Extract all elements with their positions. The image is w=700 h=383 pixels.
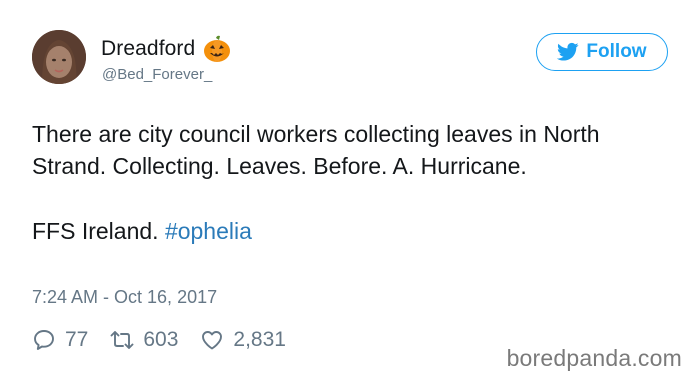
- heart-icon: [202, 331, 223, 350]
- avatar[interactable]: [32, 30, 86, 84]
- display-name-row: Dreadford: [101, 34, 231, 64]
- user-handle[interactable]: @Bed_Forever_: [102, 66, 212, 83]
- retweet-button[interactable]: 603: [110, 328, 178, 352]
- retweet-icon: [110, 331, 134, 349]
- reply-count: 77: [65, 328, 89, 351]
- retweet-count: 603: [143, 328, 179, 351]
- follow-label: Follow: [586, 41, 647, 62]
- display-name[interactable]: Dreadford: [101, 37, 195, 61]
- follow-button[interactable]: Follow: [536, 33, 668, 71]
- tweet-paragraph-1: There are city council workers collectin…: [32, 121, 600, 179]
- tweet-actions: 77 603 2,831: [32, 326, 308, 354]
- tweet-text: There are city council workers collectin…: [32, 118, 672, 247]
- tweet-paragraph-2: FFS Ireland. #ophelia: [32, 215, 672, 247]
- tweet-paragraph-2-text: FFS Ireland.: [32, 218, 165, 244]
- tweet-timestamp[interactable]: 7:24 AM - Oct 16, 2017: [32, 287, 217, 308]
- pumpkin-icon: [203, 35, 231, 63]
- twitter-bird-icon: [557, 42, 579, 62]
- like-count: 2,831: [233, 328, 286, 351]
- boredpanda-watermark: boredpanda.com: [506, 345, 682, 371]
- avatar-image: [32, 30, 86, 84]
- reply-button[interactable]: 77: [32, 328, 88, 352]
- tweet-card: Dreadford @Bed_Forever_ Follow There are…: [0, 0, 700, 383]
- reply-icon: [34, 330, 54, 350]
- hashtag-link[interactable]: #ophelia: [165, 218, 252, 244]
- like-button[interactable]: 2,831: [200, 328, 286, 352]
